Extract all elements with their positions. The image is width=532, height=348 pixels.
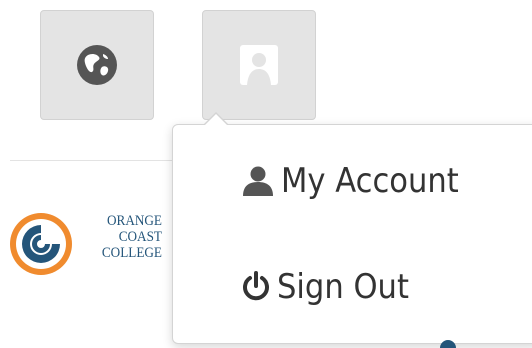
my-account-label: My Account (281, 161, 459, 201)
sign-out-menu-item[interactable]: Sign Out (241, 267, 424, 307)
user-icon (243, 166, 273, 196)
globe-icon (77, 45, 117, 85)
user-placeholder-icon (240, 45, 278, 85)
logo-line-coast: COAST (118, 229, 162, 245)
college-logo[interactable]: ORANGE COAST COLLEGE (8, 205, 168, 285)
header-separator (10, 160, 190, 161)
power-icon (243, 271, 269, 301)
sign-out-label: Sign Out (277, 267, 409, 307)
profile-dropdown-menu: My Account Sign Out (172, 112, 532, 344)
college-logo-mark-icon (10, 213, 72, 275)
logo-line-orange: ORANGE (107, 213, 162, 229)
logo-line-college: COLLEGE (101, 245, 162, 261)
my-account-menu-item[interactable]: My Account (241, 161, 479, 201)
dropdown-caret (204, 114, 228, 126)
college-logo-text: ORANGE COAST COLLEGE (70, 213, 162, 261)
language-button[interactable] (40, 10, 154, 120)
profile-button[interactable] (202, 10, 316, 120)
